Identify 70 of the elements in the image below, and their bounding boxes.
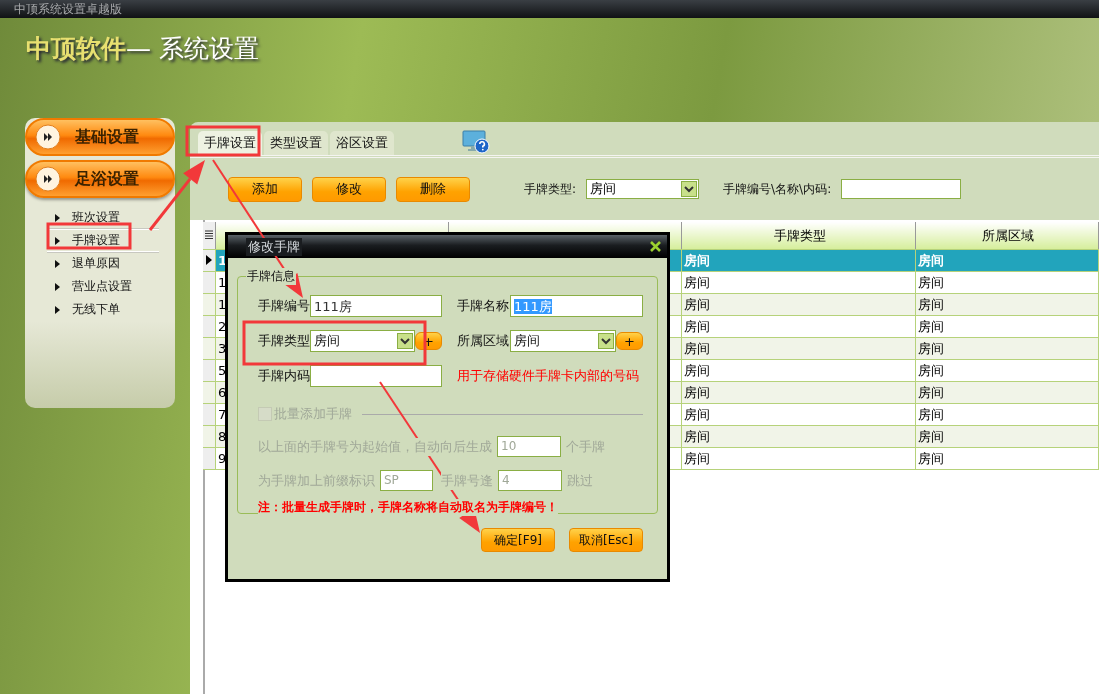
dialog-button[interactable]: 取消[Esc] — [569, 528, 643, 552]
table-cell: 房间 — [915, 271, 1099, 294]
column-header: 所属区域 — [915, 222, 1099, 250]
sidebar-item[interactable]: 退单原因 — [47, 252, 159, 275]
column-header: 手牌类型 — [681, 222, 916, 250]
table-cell: 房间 — [915, 403, 1099, 426]
toolbar-button[interactable]: 添加 — [228, 176, 302, 202]
table-cell: 房间 — [915, 315, 1099, 338]
filter-label: 手牌类型: — [524, 180, 577, 198]
table-cell: 房间 — [681, 249, 916, 272]
sidebar-item[interactable]: 营业点设置 — [47, 275, 159, 298]
table-cell: 房间 — [915, 337, 1099, 360]
table-cell: 房间 — [915, 359, 1099, 382]
nav-section-button[interactable]: 基础设置 — [25, 118, 175, 156]
toolbar-button[interactable]: 删除 — [396, 176, 470, 202]
bullet-icon — [55, 305, 60, 314]
text-field[interactable] — [310, 365, 442, 387]
table-cell: 房间 — [681, 293, 916, 316]
sidebar-item[interactable]: 班次设置 — [47, 206, 159, 229]
page-title: — 系统设置 — [126, 34, 259, 63]
sidebar-item[interactable]: 手牌设置 — [47, 229, 159, 252]
table-cell: 房间 — [681, 447, 916, 470]
toolbar-button[interactable]: 修改 — [312, 176, 386, 202]
window-title: 中顶系统设置卓越版 — [13, 2, 122, 16]
add-button[interactable]: + — [616, 332, 643, 350]
chevron-down-icon[interactable] — [397, 333, 413, 349]
table-cell: 房间 — [681, 271, 916, 294]
bullet-icon — [55, 236, 60, 245]
table-cell: 房间 — [681, 381, 916, 404]
search-field[interactable] — [841, 179, 962, 199]
dialog-button[interactable]: 确定[F9] — [481, 528, 555, 552]
field-label: 手牌内码 — [258, 367, 310, 385]
field-label: 所属区域 — [457, 332, 510, 350]
hint-text: 用于存储硬件手牌卡内部的号码 — [457, 367, 640, 385]
table-cell: 房间 — [681, 425, 916, 448]
text-field[interactable]: 111房 — [310, 295, 442, 317]
table-cell: 房间 — [915, 293, 1099, 316]
sidebar-item[interactable]: 无线下单 — [47, 298, 159, 321]
dialog-title: 修改手牌 — [246, 237, 302, 256]
tab[interactable]: 手牌设置 — [198, 131, 262, 155]
field-label: 手牌名称 — [457, 297, 510, 315]
list-icon — [205, 230, 213, 240]
close-icon[interactable] — [650, 241, 661, 252]
chevron-down-icon[interactable] — [681, 181, 698, 197]
monitor-help-icon[interactable] — [462, 129, 490, 154]
chevron-down-icon[interactable] — [598, 333, 614, 349]
search-label: 手牌编号\名称\内码: — [723, 180, 832, 198]
table-cell: 房间 — [681, 337, 916, 360]
tab[interactable]: 类型设置 — [264, 131, 328, 155]
table-cell: 房间 — [915, 447, 1099, 470]
table-cell: 房间 — [681, 359, 916, 382]
annotation-arrow — [148, 160, 205, 231]
table-cell: 房间 — [915, 425, 1099, 448]
table-cell: 房间 — [915, 249, 1099, 272]
type-dropdown[interactable]: 房间 — [586, 179, 700, 199]
app-brand: 中顶软件 — [26, 34, 126, 63]
dropdown[interactable]: 房间 — [510, 330, 616, 352]
field-label: 手牌编号 — [258, 297, 310, 315]
table-cell: 房间 — [681, 315, 916, 338]
tab[interactable]: 浴区设置 — [330, 131, 394, 155]
bullet-icon — [55, 282, 60, 291]
nav-section-button[interactable]: 足浴设置 — [25, 160, 175, 198]
table-cell: 房间 — [681, 403, 916, 426]
group-title: 手牌信息 — [246, 268, 296, 285]
row-pointer-icon — [206, 255, 212, 265]
note-text: 注：批量生成手牌时，手牌名称将自动取名为手牌编号！ — [258, 499, 558, 516]
bullet-icon — [55, 259, 60, 268]
table-cell: 房间 — [915, 381, 1099, 404]
bullet-icon — [55, 213, 60, 222]
dropdown[interactable]: 房间 — [310, 330, 415, 352]
